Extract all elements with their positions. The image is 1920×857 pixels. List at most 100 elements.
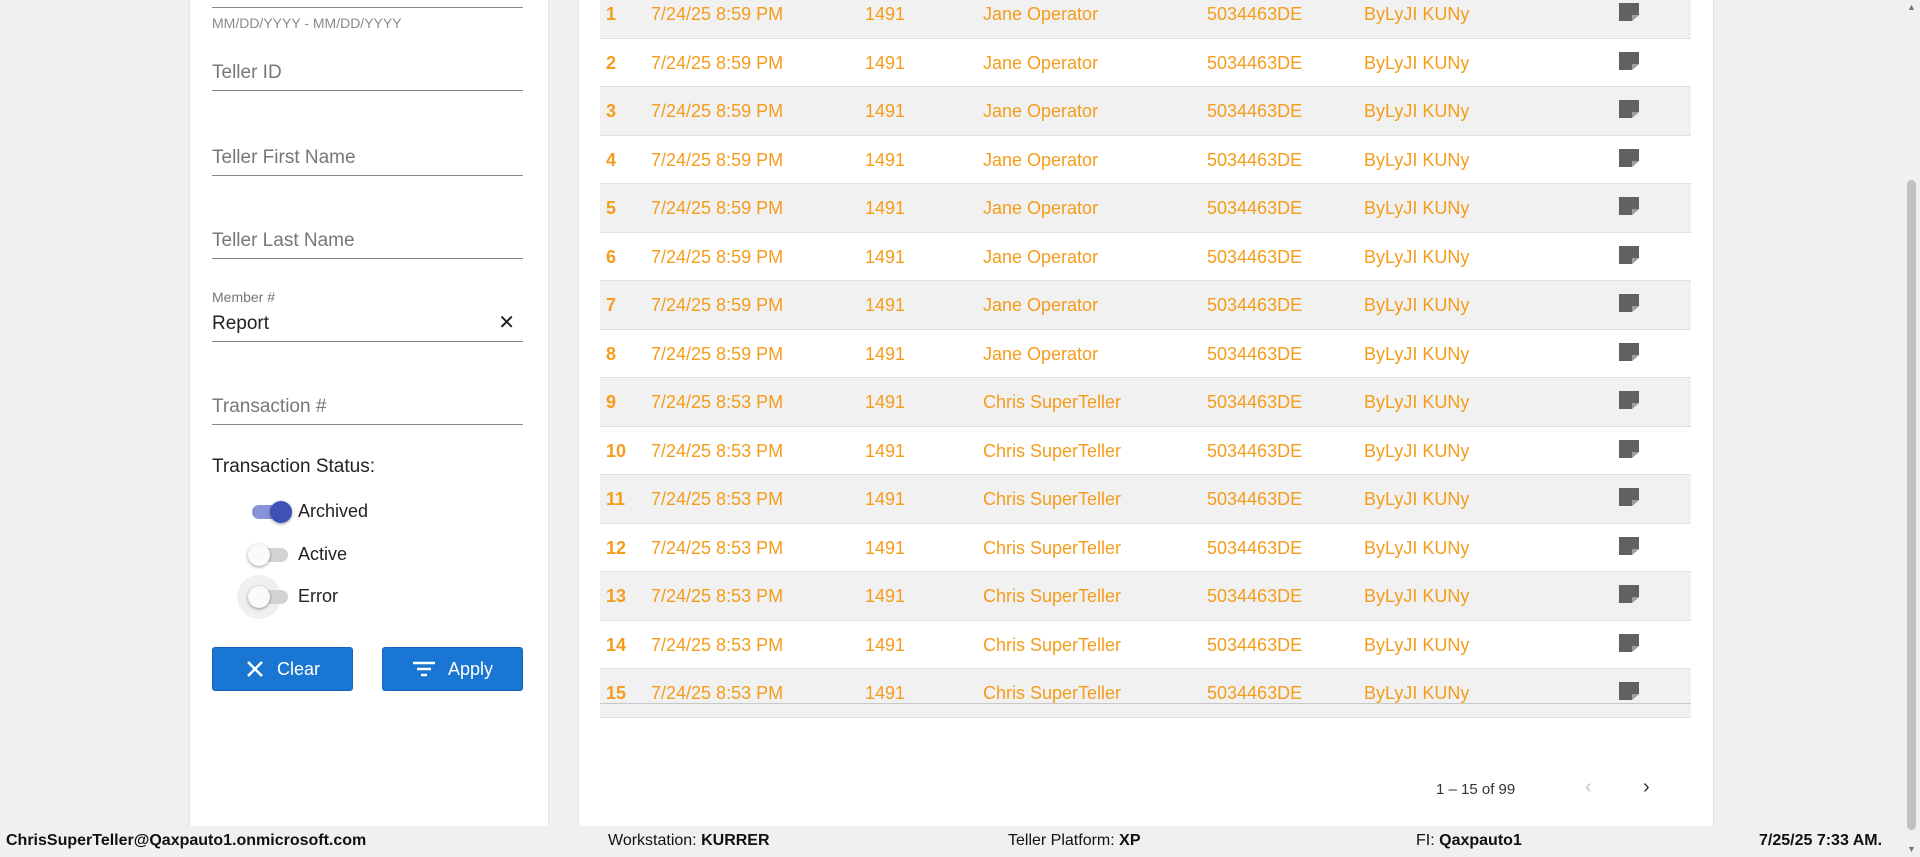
row-code: 1491 [865,198,906,218]
clear-member-icon[interactable]: ✕ [498,313,515,333]
fi-value: Qaxpauto1 [1439,832,1522,849]
row-member-name: ByLyJI KUNy [1364,683,1470,703]
archived-switch[interactable] [248,496,292,526]
note-icon[interactable] [1618,148,1640,173]
row-account: 5034463DE [1207,198,1303,218]
note-icon[interactable] [1618,2,1640,27]
row-account: 5034463DE [1207,489,1303,509]
workstation-label: Workstation: [608,832,697,849]
row-account: 5034463DE [1207,586,1303,606]
row-account: 5034463DE [1207,683,1303,703]
row-member-name: ByLyJI KUNy [1364,295,1470,315]
row-operator: Chris SuperTeller [983,489,1122,509]
row-datetime: 7/24/25 8:59 PM [651,149,784,170]
row-account: 5034463DE [1207,440,1303,461]
active-label: Active [298,543,348,564]
row-member-name: ByLyJI KUNy [1364,198,1470,218]
row-operator: Chris SuperTeller [983,683,1122,703]
row-operator: Jane Operator [983,198,1099,218]
table-row[interactable]: 3 7/24/25 8:59 PM 1491 Jane Operator 5034463… [600,87,1691,136]
row-datetime: 7/24/25 8:53 PM [651,440,784,461]
table-row[interactable]: 8 7/24/25 8:59 PM 1491 Jane Operator 5034463… [600,330,1691,378]
table-row[interactable]: 9 7/24/25 8:53 PM 1491 Chris SuperTeller 503… [600,378,1691,427]
active-switch[interactable] [248,539,292,569]
table-row[interactable]: 6 7/24/25 8:59 PM 1491 Jane Operator 5034463… [600,233,1691,281]
row-datetime: 7/24/25 8:53 PM [651,392,784,412]
scroll-up-icon[interactable]: ▲ [1907,2,1916,12]
table-row[interactable]: 10 7/24/25 8:53 PM 1491 Chris SuperTeller 50… [600,427,1691,475]
row-member-name: ByLyJI KUNy [1364,489,1470,509]
status-toggle-error[interactable]: Error [237,575,338,619]
date-range-field[interactable] [212,0,523,8]
row-operator: Jane Operator [983,246,1099,267]
table-row[interactable]: 5 7/24/25 8:59 PM 1491 Jane Operator 5034463… [600,184,1691,233]
row-account: 5034463DE [1207,634,1303,655]
note-icon[interactable] [1618,196,1640,221]
scroll-down-icon[interactable]: ▼ [1907,844,1916,854]
chevron-right-icon[interactable]: › [1643,777,1650,797]
row-datetime: 7/24/25 8:59 PM [651,343,784,364]
row-operator: Jane Operator [983,4,1099,24]
date-range-hint: MM/DD/YYYY - MM/DD/YYYY [212,15,402,31]
note-icon[interactable] [1618,293,1640,318]
table-row[interactable]: 4 7/24/25 8:59 PM 1491 Jane Operator 5034463… [600,136,1691,184]
row-code: 1491 [865,246,906,267]
row-member-name: ByLyJI KUNy [1364,586,1470,606]
row-number: 15 [606,683,627,703]
row-member-name: ByLyJI KUNy [1364,634,1470,655]
note-icon[interactable] [1618,245,1640,270]
table-row[interactable]: 13 7/24/25 8:53 PM 1491 Chris SuperTeller 50… [600,572,1691,621]
note-icon[interactable] [1618,342,1640,367]
error-switch[interactable] [237,575,292,619]
row-number: 4 [606,149,617,170]
apply-button-label: Apply [447,658,494,679]
transaction-number-placeholder: Transaction # [212,396,327,417]
row-number: 1 [606,4,617,24]
table-row[interactable]: 11 7/24/25 8:53 PM 1491 Chris SuperTeller 50… [600,475,1691,524]
teller-id-input[interactable]: Teller ID [212,50,523,91]
row-datetime: 7/24/25 8:59 PM [651,52,784,73]
table-row[interactable]: 1 7/24/25 8:59 PM 1491 Jane Operator 5034463… [600,0,1691,39]
row-code: 1491 [865,489,906,509]
teller-first-name-input[interactable]: Teller First Name [212,133,523,176]
status-toggle-archived[interactable]: Archived [248,496,368,526]
row-operator: Chris SuperTeller [983,537,1122,558]
row-account: 5034463DE [1207,149,1303,170]
note-icon[interactable] [1618,439,1640,464]
row-number: 7 [606,295,617,315]
table-row[interactable]: 7 7/24/25 8:59 PM 1491 Jane Operator 5034463… [600,281,1691,330]
row-number: 13 [606,586,627,606]
table-row[interactable]: 12 7/24/25 8:53 PM 1491 Chris SuperTeller 50… [600,524,1691,572]
transaction-number-input[interactable]: Transaction # [212,382,523,425]
platform-value: XP [1119,832,1141,849]
page-scrollbar[interactable]: ▲ ▼ [1903,0,1920,857]
note-icon[interactable] [1618,487,1640,512]
table-row[interactable]: 14 7/24/25 8:53 PM 1491 Chris SuperTeller 50… [600,621,1691,669]
row-operator: Jane Operator [983,149,1099,170]
row-code: 1491 [865,683,906,703]
row-operator: Jane Operator [983,52,1099,73]
note-icon[interactable] [1618,99,1640,124]
apply-button[interactable]: Apply [382,647,523,691]
scrollbar-thumb[interactable] [1907,180,1916,830]
platform-label: Teller Platform: [1008,832,1115,849]
clear-button[interactable]: Clear [212,647,353,691]
status-toggle-active[interactable]: Active [248,539,347,569]
table-row[interactable]: 2 7/24/25 8:59 PM 1491 Jane Operator 5034463… [600,39,1691,87]
table-row[interactable]: 15 7/24/25 8:53 PM 1491 Chris SuperTeller 50… [600,669,1691,718]
row-datetime: 7/24/25 8:53 PM [651,634,784,655]
note-icon[interactable] [1618,390,1640,415]
member-number-input[interactable]: Member # Report ✕ [212,289,523,342]
teller-last-name-input[interactable]: Teller Last Name [212,216,523,259]
row-member-name: ByLyJI KUNy [1364,440,1470,461]
clear-button-label: Clear [276,658,320,679]
row-number: 10 [606,440,627,461]
row-code: 1491 [865,392,906,412]
chevron-left-icon[interactable]: ‹ [1585,777,1592,797]
note-icon[interactable] [1618,51,1640,76]
row-operator: Jane Operator [983,101,1099,121]
note-icon[interactable] [1618,633,1640,658]
note-icon[interactable] [1618,584,1640,609]
filter-panel: MM/DD/YYYY - MM/DD/YYYY Teller ID Teller… [189,0,549,826]
note-icon[interactable] [1618,536,1640,561]
